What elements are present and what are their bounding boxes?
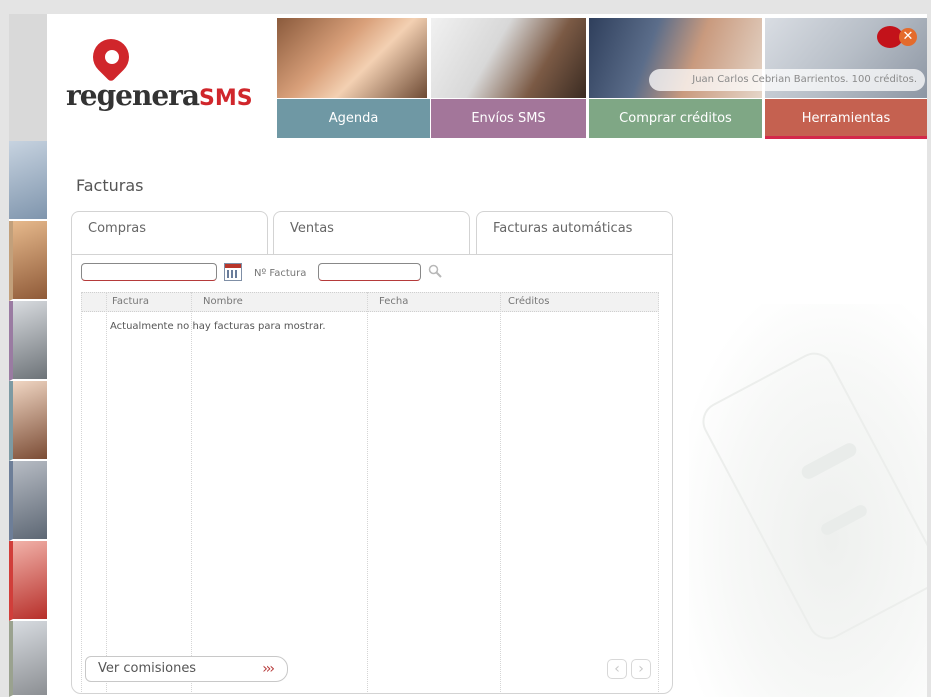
- column-divider: [658, 292, 659, 692]
- logo[interactable]: regeneraSMS: [66, 31, 256, 119]
- header-photo-woman-phone: [277, 18, 427, 98]
- page: regeneraSMS ✕ Juan Carlos Cebrian Barrie…: [9, 14, 927, 697]
- watermark-shape: [695, 345, 927, 647]
- page-title: Facturas: [76, 176, 144, 195]
- user-info: Juan Carlos Cebrian Barrientos. 100 créd…: [649, 69, 925, 91]
- column-divider: [500, 292, 501, 692]
- column-divider: [191, 292, 192, 692]
- strip-image: [9, 381, 47, 461]
- tab-ventas[interactable]: Ventas: [273, 211, 470, 255]
- column-header-fecha[interactable]: Fecha: [379, 296, 408, 307]
- logo-text: regeneraSMS: [66, 79, 253, 112]
- pager-next-button[interactable]: ›: [631, 659, 651, 679]
- facturas-panel: [71, 254, 673, 694]
- column-divider: [367, 292, 368, 692]
- active-nav-indicator: [765, 136, 927, 139]
- date-filter-input[interactable]: [81, 263, 217, 281]
- background-phone-watermark: [689, 304, 927, 697]
- logo-main: regenera: [66, 79, 200, 112]
- calendar-icon[interactable]: [224, 263, 242, 281]
- column-divider: [81, 292, 82, 692]
- column-header-creditos[interactable]: Créditos: [508, 296, 549, 307]
- invoice-number-input[interactable]: [318, 263, 421, 281]
- logo-sms: SMS: [199, 86, 253, 111]
- empty-table-message: Actualmente no hay facturas para mostrar…: [110, 321, 326, 332]
- strip-image: [9, 301, 47, 381]
- close-icon[interactable]: ✕: [899, 28, 917, 46]
- header: regeneraSMS ✕ Juan Carlos Cebrian Barrie…: [9, 14, 927, 141]
- ver-comisiones-label: Ver comisiones: [98, 661, 197, 676]
- strip-image: [9, 221, 47, 301]
- magnifier-icon[interactable]: [428, 264, 442, 278]
- nav-tab-comprar-creditos[interactable]: Comprar créditos: [589, 99, 762, 138]
- strip-image: [9, 461, 47, 541]
- header-left-band: [9, 14, 47, 141]
- strip-image: [9, 541, 47, 621]
- nav-tab-agenda[interactable]: Agenda: [277, 99, 430, 138]
- triple-chevron-right-icon: ›››: [262, 661, 275, 677]
- pager-prev-button[interactable]: ‹: [607, 659, 627, 679]
- left-image-strip: [9, 141, 47, 697]
- strip-image: [9, 621, 47, 697]
- strip-image: [9, 141, 47, 221]
- column-divider: [106, 292, 107, 692]
- header-photo-woman-mobile: [431, 18, 586, 98]
- nav-tab-envios-sms[interactable]: Envíos SMS: [431, 99, 586, 138]
- logo-pin-hole: [105, 50, 119, 64]
- nav-tab-herramientas[interactable]: Herramientas: [765, 99, 927, 138]
- column-header-factura[interactable]: Factura: [112, 296, 149, 307]
- table-header: [81, 292, 659, 312]
- tab-compras[interactable]: Compras: [71, 211, 268, 255]
- column-header-nombre[interactable]: Nombre: [203, 296, 243, 307]
- invoice-number-label: Nº Factura: [254, 268, 307, 279]
- ver-comisiones-button[interactable]: Ver comisiones ›››: [85, 656, 288, 682]
- tab-facturas-automaticas[interactable]: Facturas automáticas: [476, 211, 673, 255]
